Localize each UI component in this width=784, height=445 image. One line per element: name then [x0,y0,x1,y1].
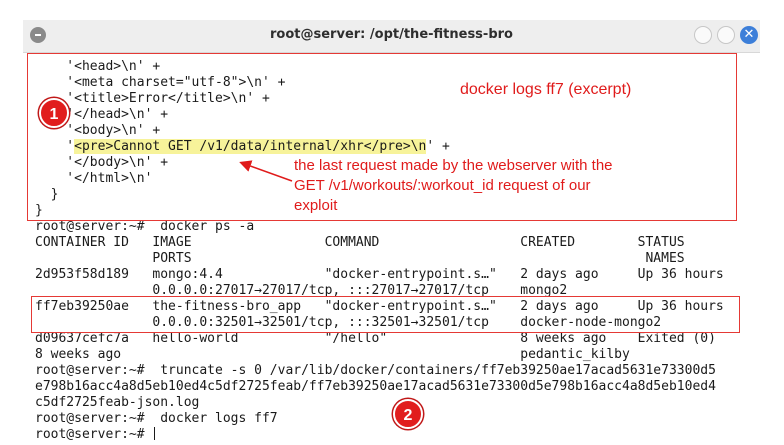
annotation-arrow [239,160,293,182]
